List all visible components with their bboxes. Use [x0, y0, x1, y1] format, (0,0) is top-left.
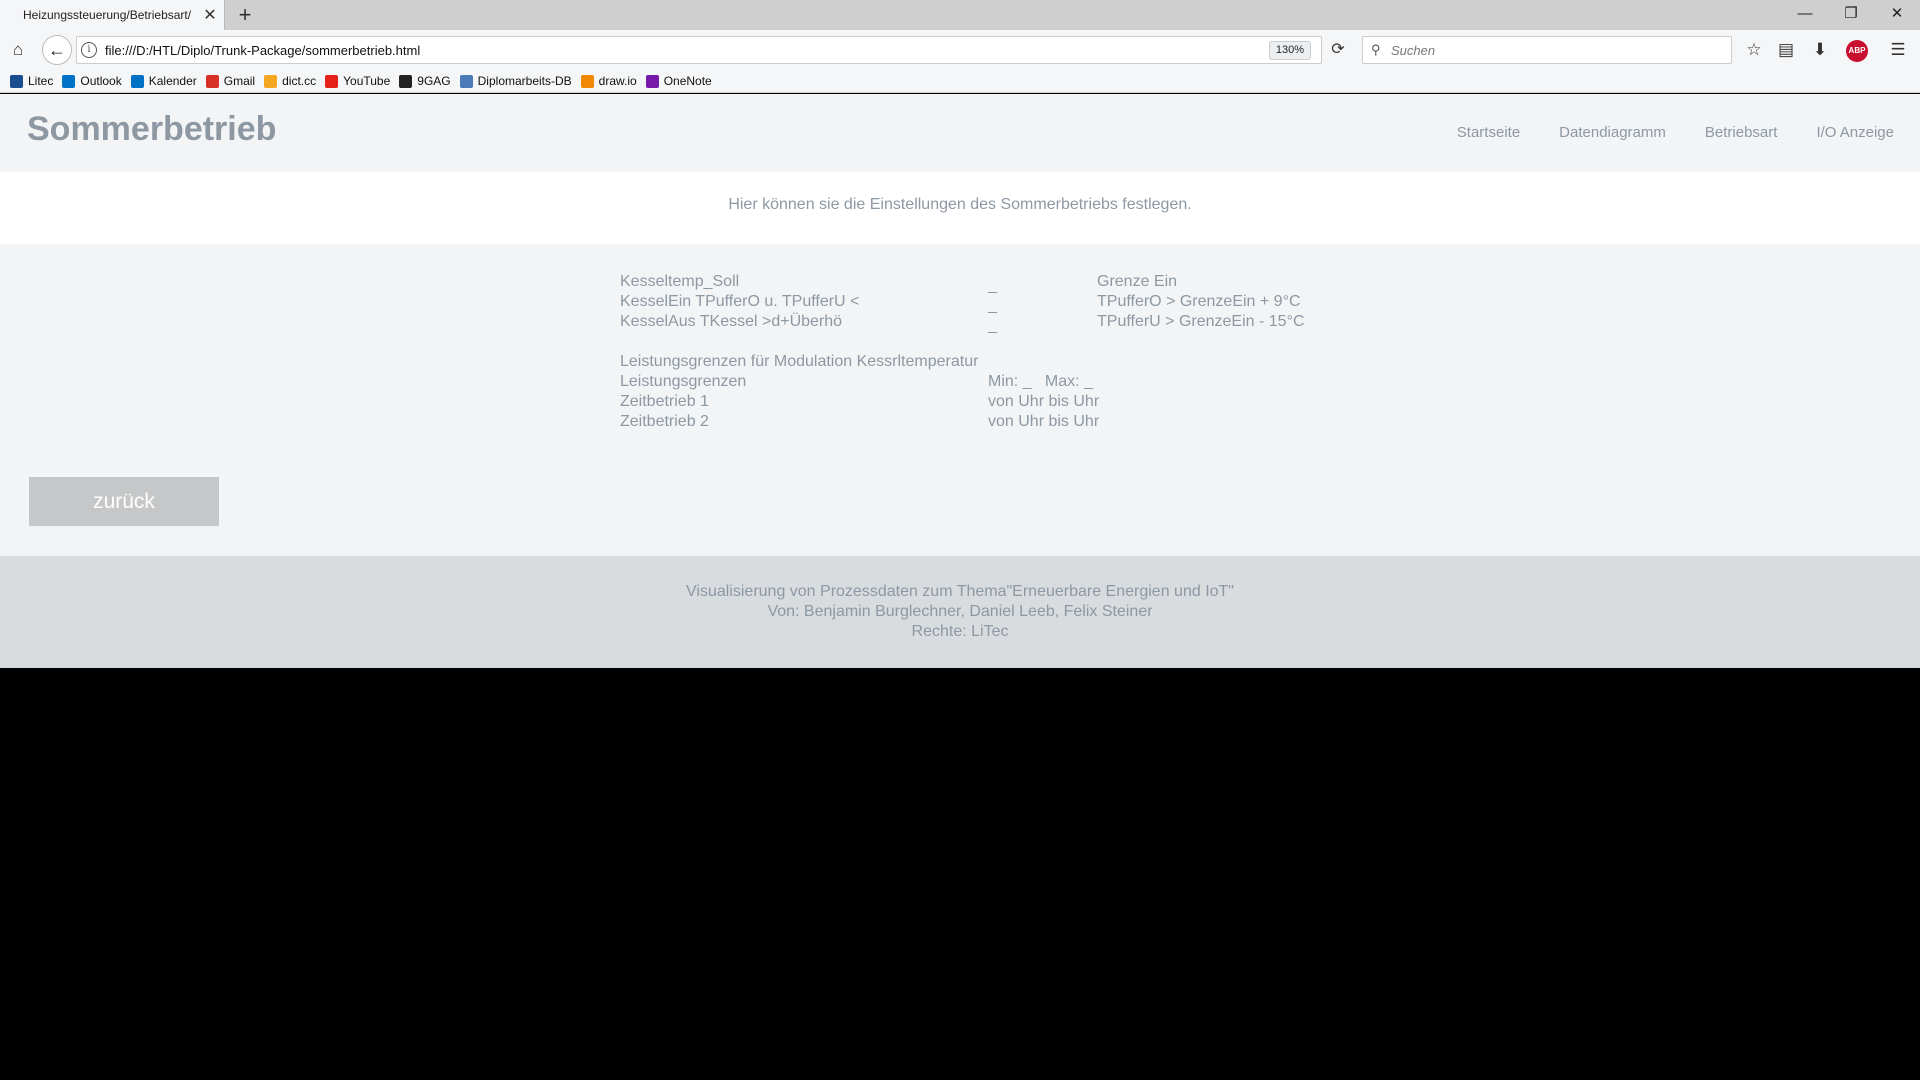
bookmark-label: Outlook: [80, 74, 122, 88]
bookmark-gmail[interactable]: Gmail: [205, 74, 256, 88]
modulation-heading: Leistungsgrenzen für Modulation Kessrlte…: [620, 353, 979, 370]
bookmark-favicon-icon: [645, 74, 659, 88]
setting-label: KesselEin TPufferO u. TPufferU <: [620, 293, 860, 310]
bookmark-favicon-icon: [580, 74, 594, 88]
bookmark-diplomarbeits-db[interactable]: Diplomarbeits-DB: [459, 74, 572, 88]
nav-io-anzeige[interactable]: I/O Anzeige: [1816, 124, 1894, 141]
setting-label: Zeitbetrieb 1: [620, 393, 709, 410]
footer-line-2: Von: Benjamin Burglechner, Daniel Leeb, …: [767, 603, 1153, 620]
bookmark-label: dict.cc: [282, 74, 317, 88]
adblock-icon[interactable]: ABP: [1846, 40, 1868, 62]
time-mode-1-value[interactable]: von Uhr bis Uhr: [988, 392, 1099, 412]
window-close-icon[interactable]: ✕: [1874, 0, 1920, 30]
search-bar[interactable]: ⚲ Suchen: [1362, 36, 1732, 64]
close-tab-icon[interactable]: ✕: [200, 5, 220, 25]
menu-icon[interactable]: ☰: [1884, 36, 1912, 64]
bookmark-label: draw.io: [598, 74, 637, 88]
bookmark-favicon-icon: [62, 74, 76, 88]
bookmark-favicon-icon: [130, 74, 144, 88]
settings-section: Kesseltemp_Soll _ Grenze Ein KesselEin T…: [0, 244, 1920, 556]
url-bar[interactable]: i file:///D:/HTL/Diplo/Trunk-Package/som…: [76, 36, 1322, 64]
nav-startseite[interactable]: Startseite: [1457, 124, 1520, 141]
bookmark-label: Litec: [28, 74, 54, 88]
setting-label: Zeitbetrieb 2: [620, 413, 709, 430]
setting-value[interactable]: _: [988, 276, 997, 296]
library-icon[interactable]: ▤: [1772, 36, 1800, 64]
site-nav: Startseite Datendiagramm Betriebsart I/O…: [1418, 124, 1894, 141]
search-placeholder: Suchen: [1391, 43, 1436, 58]
zoom-level[interactable]: 130%: [1268, 41, 1311, 60]
bookmark-label: OneNote: [663, 74, 712, 88]
setting-value[interactable]: _: [988, 316, 997, 336]
bookmark-draw-io[interactable]: draw.io: [580, 74, 637, 88]
url-text[interactable]: file:///D:/HTL/Diplo/Trunk-Package/somme…: [105, 43, 420, 58]
bookmark-label: Gmail: [223, 74, 256, 88]
power-limits-value[interactable]: Min: _ Max: _: [988, 372, 1093, 392]
footer-line-1: Visualisierung von Prozessdaten zum Them…: [686, 583, 1234, 600]
page-title: Sommerbetrieb: [27, 110, 277, 148]
bookmark-9gag[interactable]: 9GAG: [399, 74, 451, 88]
bookmark-label: 9GAG: [417, 74, 451, 88]
footer: Visualisierung von Prozessdaten zum Them…: [0, 556, 1920, 668]
new-tab-button[interactable]: +: [232, 2, 258, 28]
bookmark-label: YouTube: [343, 74, 391, 88]
nav-datendiagramm[interactable]: Datendiagramm: [1559, 124, 1666, 141]
bookmark-favicon-icon: [399, 74, 413, 88]
bookmark-favicon-icon: [459, 74, 473, 88]
setting-label: Kesseltemp_Soll: [620, 273, 740, 290]
bookmark-onenote[interactable]: OneNote: [645, 74, 712, 88]
bookmark-favicon-icon: [205, 74, 219, 88]
page-info-icon[interactable]: i: [81, 42, 97, 58]
bookmark-youtube[interactable]: YouTube: [325, 74, 390, 88]
tab-bar: Heizungssteuerung/Betriebsart/ ✕ + — ❐ ✕: [0, 0, 1920, 30]
footer-line-3: Rechte: LiTec: [911, 623, 1009, 640]
tab-title: Heizungssteuerung/Betriebsart/: [23, 8, 192, 22]
restore-icon[interactable]: ❐: [1828, 0, 1874, 30]
setting-extra: TPufferU > GrenzeEin - 15°C: [1097, 313, 1305, 330]
bookmark-kalender[interactable]: Kalender: [130, 74, 197, 88]
time-mode-2-value[interactable]: von Uhr bis Uhr: [988, 412, 1099, 432]
search-icon: ⚲: [1371, 42, 1381, 57]
reload-icon[interactable]: ⟳: [1324, 36, 1352, 64]
bookmark-star-icon[interactable]: ☆: [1740, 36, 1768, 64]
home-icon[interactable]: ⌂: [4, 36, 32, 64]
empty-viewport-area: [0, 668, 1920, 1080]
back-button[interactable]: zurück: [29, 477, 219, 526]
bookmark-favicon-icon: [10, 74, 23, 88]
bookmark-label: Diplomarbeits-DB: [477, 74, 572, 88]
site-header: Sommerbetrieb Startseite Datendiagramm B…: [0, 94, 1920, 172]
setting-extra: Grenze Ein: [1097, 273, 1178, 290]
back-arrow-icon[interactable]: ←: [42, 35, 72, 65]
active-tab[interactable]: Heizungssteuerung/Betriebsart/ ✕: [0, 0, 225, 30]
navigation-bar: ⌂ ← i file:///D:/HTL/Diplo/Trunk-Package…: [0, 30, 1920, 70]
minimize-icon[interactable]: —: [1782, 0, 1828, 30]
bookmark-litec[interactable]: Litec: [10, 74, 53, 88]
setting-value[interactable]: _: [988, 296, 997, 316]
download-icon[interactable]: ⬇: [1806, 36, 1834, 64]
setting-label: Leistungsgrenzen: [620, 373, 747, 390]
setting-label: KesselAus TKessel >d+Überhö: [620, 313, 843, 330]
intro-text: Hier können sie die Einstellungen des So…: [0, 172, 1920, 244]
setting-extra: TPufferO > GrenzeEin + 9°C: [1097, 293, 1301, 310]
bookmark-favicon-icon: [264, 74, 278, 88]
bookmark-favicon-icon: [325, 74, 339, 88]
bookmark-label: Kalender: [148, 74, 197, 88]
nav-betriebsart[interactable]: Betriebsart: [1705, 124, 1778, 141]
web-page: Sommerbetrieb Startseite Datendiagramm B…: [0, 94, 1920, 668]
bookmark-dict-cc[interactable]: dict.cc: [264, 74, 316, 88]
bookmark-outlook[interactable]: Outlook: [62, 74, 122, 88]
bookmarks-toolbar: Litec Outlook Kalender Gmail dict.cc YouTube 9…: [0, 70, 1920, 93]
